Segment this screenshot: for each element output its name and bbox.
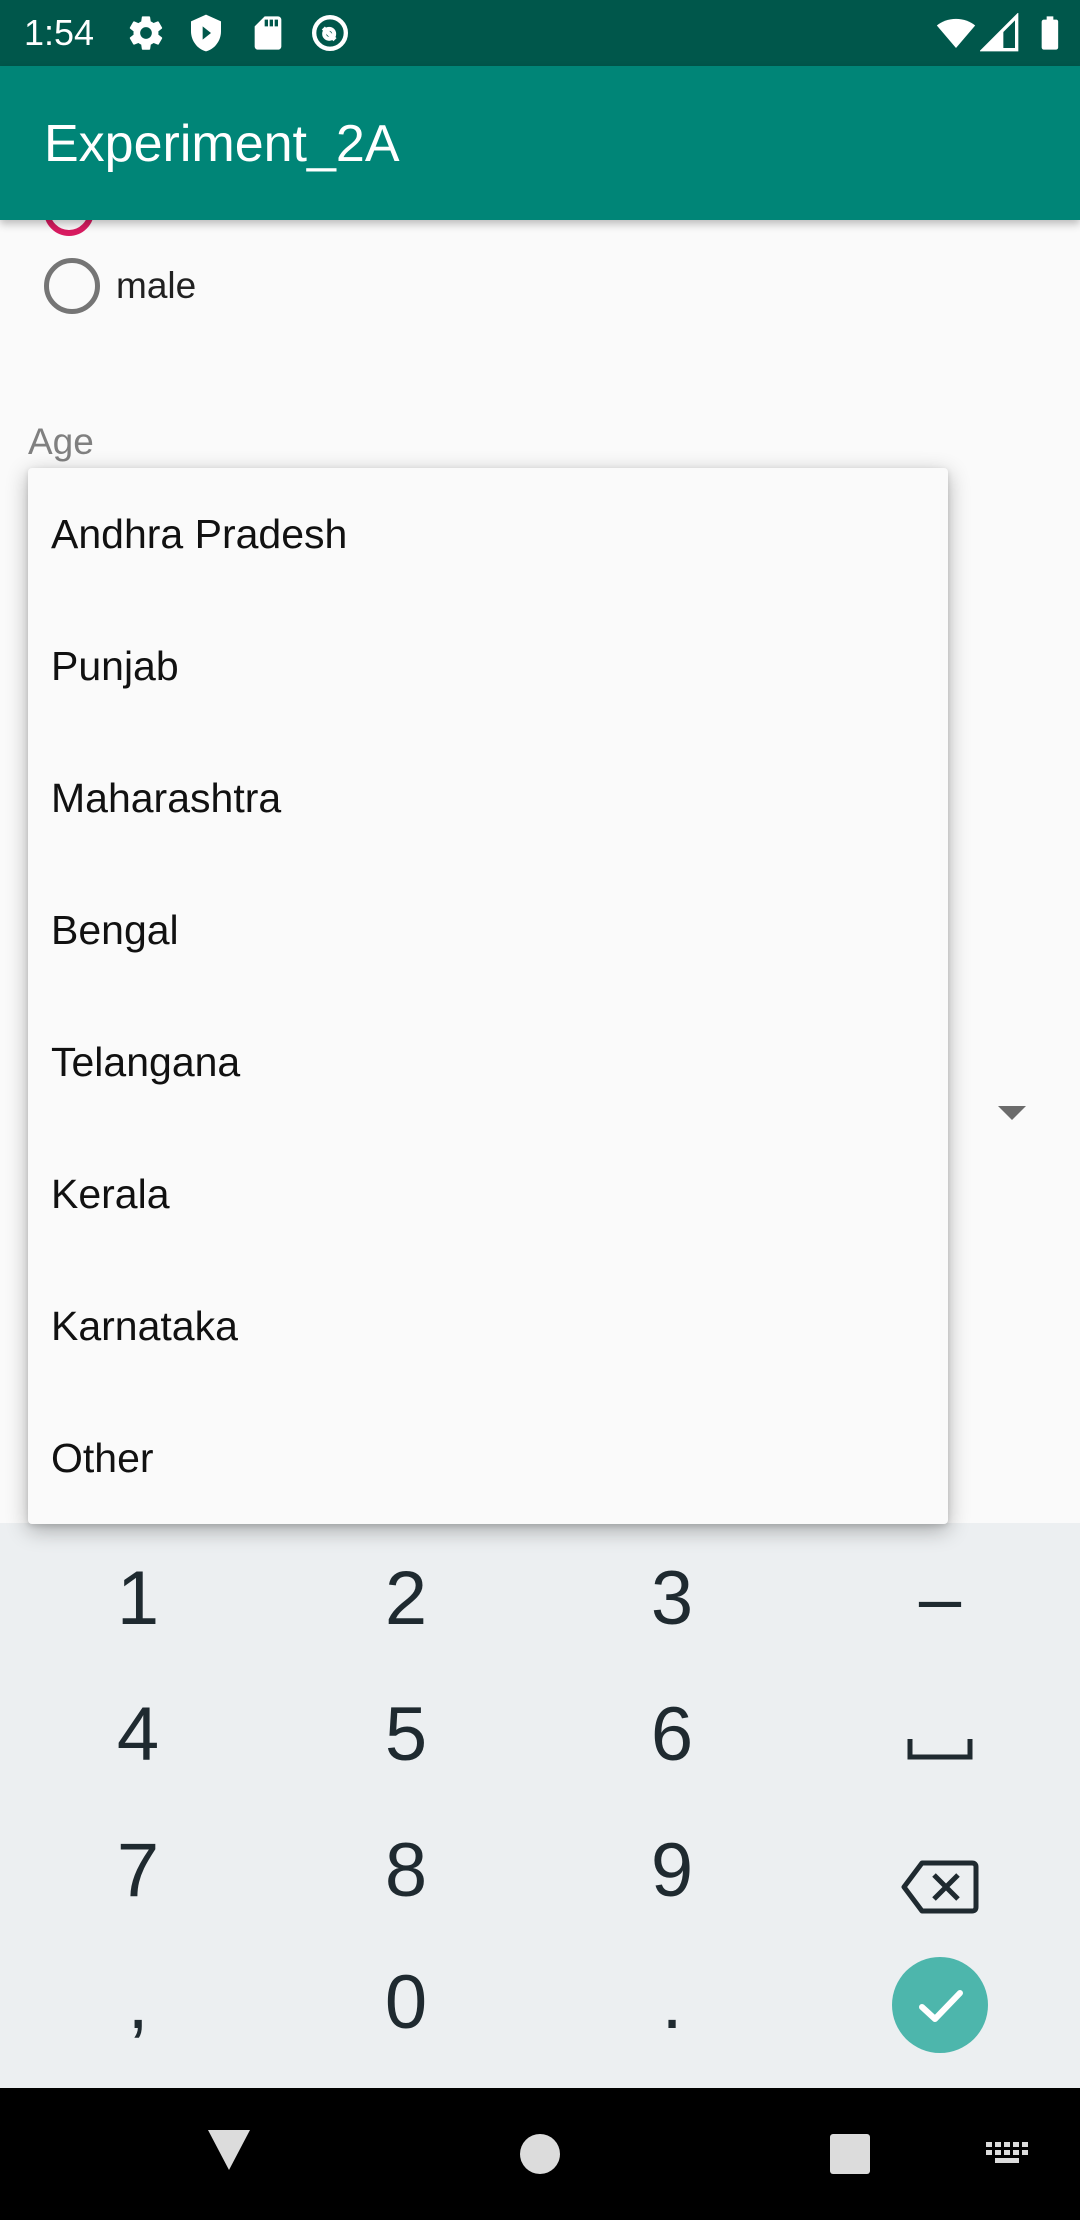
navigation-bar [0,2088,1080,2220]
key-4[interactable]: 4 [4,1667,272,1803]
dropdown-item-punjab[interactable]: Punjab [28,600,948,732]
space-icon[interactable] [906,1735,974,1763]
cell-signal-icon [980,13,1019,52]
key-7[interactable]: 7 [4,1803,272,1939]
key-1[interactable]: 1 [4,1531,272,1667]
backspace-icon[interactable] [900,1857,980,1917]
app-bar: Experiment_2A [0,66,1080,220]
key-minus[interactable]: – [806,1531,1074,1667]
radio-male[interactable] [44,258,100,314]
dropdown-item-bengal[interactable]: Bengal [28,864,948,996]
radio-female[interactable] [44,220,94,236]
recents-icon[interactable] [828,2132,872,2176]
done-button[interactable] [892,1957,988,2053]
shield-icon [191,14,221,52]
at-sign-icon [312,15,348,51]
home-icon[interactable] [518,2132,562,2176]
key-6[interactable]: 6 [538,1667,806,1803]
sd-card-icon [254,16,282,50]
state-spinner-dropdown: Andhra Pradesh Punjab Maharashtra Bengal… [28,468,948,1524]
app-title: Experiment_2A [44,115,400,173]
key-comma[interactable]: , [4,1935,272,2071]
dropdown-item-maharashtra[interactable]: Maharashtra [28,732,948,864]
key-0[interactable]: 0 [272,1935,540,2071]
status-time: 1:54 [24,12,95,53]
numeric-keyboard: 1 2 3 – 4 5 6 7 8 9 , 0 . [0,1523,1080,2088]
key-9[interactable]: 9 [538,1803,806,1939]
checkmark-icon [919,1990,963,2022]
age-field-label: Age [28,421,94,462]
back-icon[interactable] [206,2128,252,2172]
dropdown-item-andhra-pradesh[interactable]: Andhra Pradesh [28,468,948,600]
radio-male-label[interactable]: male [116,264,196,308]
dropdown-item-kerala[interactable]: Kerala [28,1128,948,1260]
keyboard-switch-icon[interactable] [984,2140,1030,2170]
key-2[interactable]: 2 [272,1531,540,1667]
key-8[interactable]: 8 [272,1803,540,1939]
spinner-dropdown-arrow-icon[interactable] [998,1106,1026,1120]
key-3[interactable]: 3 [538,1531,806,1667]
key-period[interactable]: . [538,1935,806,2071]
battery-icon [1041,16,1059,50]
gear-icon [129,16,163,50]
dropdown-item-other[interactable]: Other [28,1392,948,1524]
key-5[interactable]: 5 [272,1667,540,1803]
dropdown-item-karnataka[interactable]: Karnataka [28,1260,948,1392]
status-bar: 1:54 [0,0,1080,66]
wifi-icon [936,18,976,48]
dropdown-item-telangana[interactable]: Telangana [28,996,948,1128]
